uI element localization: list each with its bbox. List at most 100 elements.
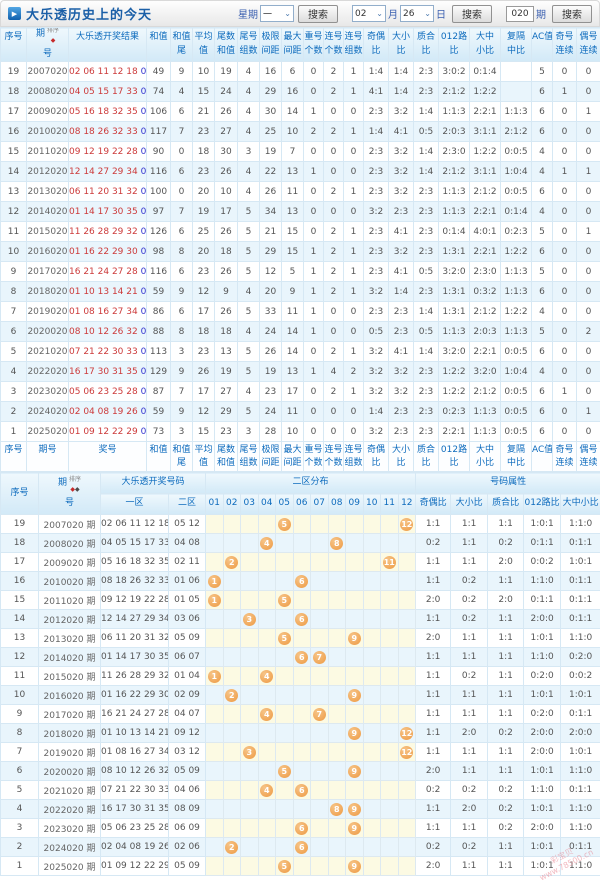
stat-value-cell: 2:3: [364, 222, 389, 242]
distribution-row: 17 2009020 期 05 16 18 32 35 02 112111:11…: [1, 553, 600, 572]
period-cell: 2019020: [27, 302, 69, 322]
dist-cell: [381, 724, 399, 743]
distribution-row: 13 2013020 期 06 11 20 31 32 05 09592:01:…: [1, 629, 600, 648]
stat-value-cell: 1: [553, 82, 577, 102]
column-header: 奇偶比: [364, 28, 389, 62]
back-zone-numbers: 01 05: [141, 147, 147, 157]
stat-value-cell: 74: [147, 82, 171, 102]
stat-value-cell: 0: [304, 382, 324, 402]
weekday-select[interactable]: 一⌄: [260, 5, 294, 22]
draw-numbers-cell: 01 09 12 22 29 05 09: [69, 422, 147, 442]
back-number-ball: 9: [348, 689, 361, 702]
issue-input[interactable]: [506, 6, 534, 22]
back-zone-distribution-table: 序号 期 排序 ◆◆ 号 大乐透开奖号码 二区分布 号码属性 一区 二区0102…: [0, 472, 600, 876]
day-select[interactable]: 26⌄: [400, 5, 434, 22]
dist-cell: [381, 743, 399, 762]
period-cell: 2012020 期: [39, 610, 101, 629]
dist-cell: [346, 553, 364, 572]
period-cell: 2009020 期: [39, 553, 101, 572]
dist-cell: [241, 534, 259, 553]
front-zone-numbers: 04 05 15 17 33: [69, 87, 138, 97]
attr-value-cell: 2:0: [416, 629, 451, 648]
stat-value-cell: 26: [260, 182, 282, 202]
dist-cell: [206, 762, 224, 781]
stats-row: 18 2008020 04 05 15 17 33 04 08744152442…: [1, 82, 600, 102]
dist-cell: [328, 705, 346, 724]
dist-cell: [258, 629, 276, 648]
stat-value-cell: 0: [553, 282, 577, 302]
stat-value-cell: 14: [282, 322, 304, 342]
stat-value-cell: 2:2:1: [470, 102, 501, 122]
back-number-ball: 1: [208, 594, 221, 607]
stat-value-cell: 0: [577, 182, 600, 202]
attr-value-cell: 0:1:1: [561, 838, 600, 857]
stat-value-cell: 0: [577, 362, 600, 382]
stat-value-cell: 1: [344, 382, 364, 402]
stat-value-cell: 113: [147, 342, 171, 362]
draw-numbers-cell: 09 12 19 22 28 01 05: [69, 142, 147, 162]
stat-value-cell: 34: [260, 202, 282, 222]
column-header: 012路比: [439, 442, 470, 472]
zone1-numbers-cell: 08 18 26 32 33: [101, 572, 169, 591]
dist-cell: [381, 762, 399, 781]
stat-value-cell: 0: [577, 202, 600, 222]
stat-value-cell: 0: [553, 62, 577, 82]
dist-cell: 2: [223, 686, 241, 705]
stat-value-cell: 0: [553, 202, 577, 222]
attr-value-cell: 0:1:1: [561, 591, 600, 610]
attr-value-cell: 1:1: [451, 534, 488, 553]
month-select[interactable]: 02⌄: [352, 5, 386, 22]
stat-value-cell: 1:2:2: [439, 382, 470, 402]
serial-cell: 3: [1, 819, 39, 838]
stat-value-cell: 2:1:2: [439, 162, 470, 182]
stat-value-cell: 0: [344, 402, 364, 422]
stat-value-cell: 23: [193, 162, 215, 182]
attr-value-cell: 0:2: [416, 534, 451, 553]
dist-cell: 1: [206, 572, 224, 591]
stat-value-cell: 6: [532, 342, 553, 362]
stat-value-cell: 0: [304, 202, 324, 222]
attr-value-cell: 1:1: [488, 610, 524, 629]
back-number-ball: 4: [260, 670, 273, 683]
stat-value-cell: 6: [171, 302, 193, 322]
attr-value-cell: 1:0:1: [524, 800, 561, 819]
attr-column-header: 012路比: [524, 494, 561, 515]
sort-control[interactable]: 排序 ◆: [47, 28, 59, 47]
period-header: 期 排序 ◆◆ 号: [39, 473, 101, 515]
dist-cell: [241, 629, 259, 648]
dist-cell: [258, 819, 276, 838]
draw-numbers-cell: 06 11 20 31 32 05 09: [69, 182, 147, 202]
stat-value-cell: 0: [577, 82, 600, 102]
dist-cell: [311, 838, 329, 857]
column-header: 大中小比: [470, 28, 501, 62]
attr-value-cell: 1:1: [451, 819, 488, 838]
serial-cell: 5: [1, 342, 27, 362]
stat-value-cell: 17: [193, 302, 215, 322]
serial-cell: 7: [1, 743, 39, 762]
column-header: 连号组数: [344, 28, 364, 62]
serial-cell: 1: [1, 422, 27, 442]
sort-control[interactable]: 排序 ◆◆: [69, 477, 81, 496]
attr-value-cell: 1:0:1: [524, 838, 561, 857]
dist-cell: [258, 553, 276, 572]
stat-value-cell: 18: [193, 142, 215, 162]
issue-search-button[interactable]: 搜索: [552, 5, 592, 23]
dist-cell: [241, 648, 259, 667]
dist-cell: [328, 610, 346, 629]
dist-cell: [276, 610, 294, 629]
dist-cell: [311, 534, 329, 553]
dist-cell: [328, 724, 346, 743]
stat-value-cell: 10: [282, 122, 304, 142]
dist-cell: [311, 857, 329, 876]
attr-value-cell: 1:1: [451, 515, 488, 534]
dist-cell: [258, 743, 276, 762]
stat-value-cell: 9: [282, 282, 304, 302]
stat-value-cell: 0:5: [414, 322, 439, 342]
back-number-ball: 8: [330, 803, 343, 816]
dist-cell: [206, 705, 224, 724]
stat-value-cell: 10: [215, 182, 238, 202]
dist-cell: [381, 534, 399, 553]
date-search-button[interactable]: 搜索: [452, 5, 492, 23]
weekday-search-button[interactable]: 搜索: [298, 5, 338, 23]
stat-value-cell: 15: [282, 242, 304, 262]
